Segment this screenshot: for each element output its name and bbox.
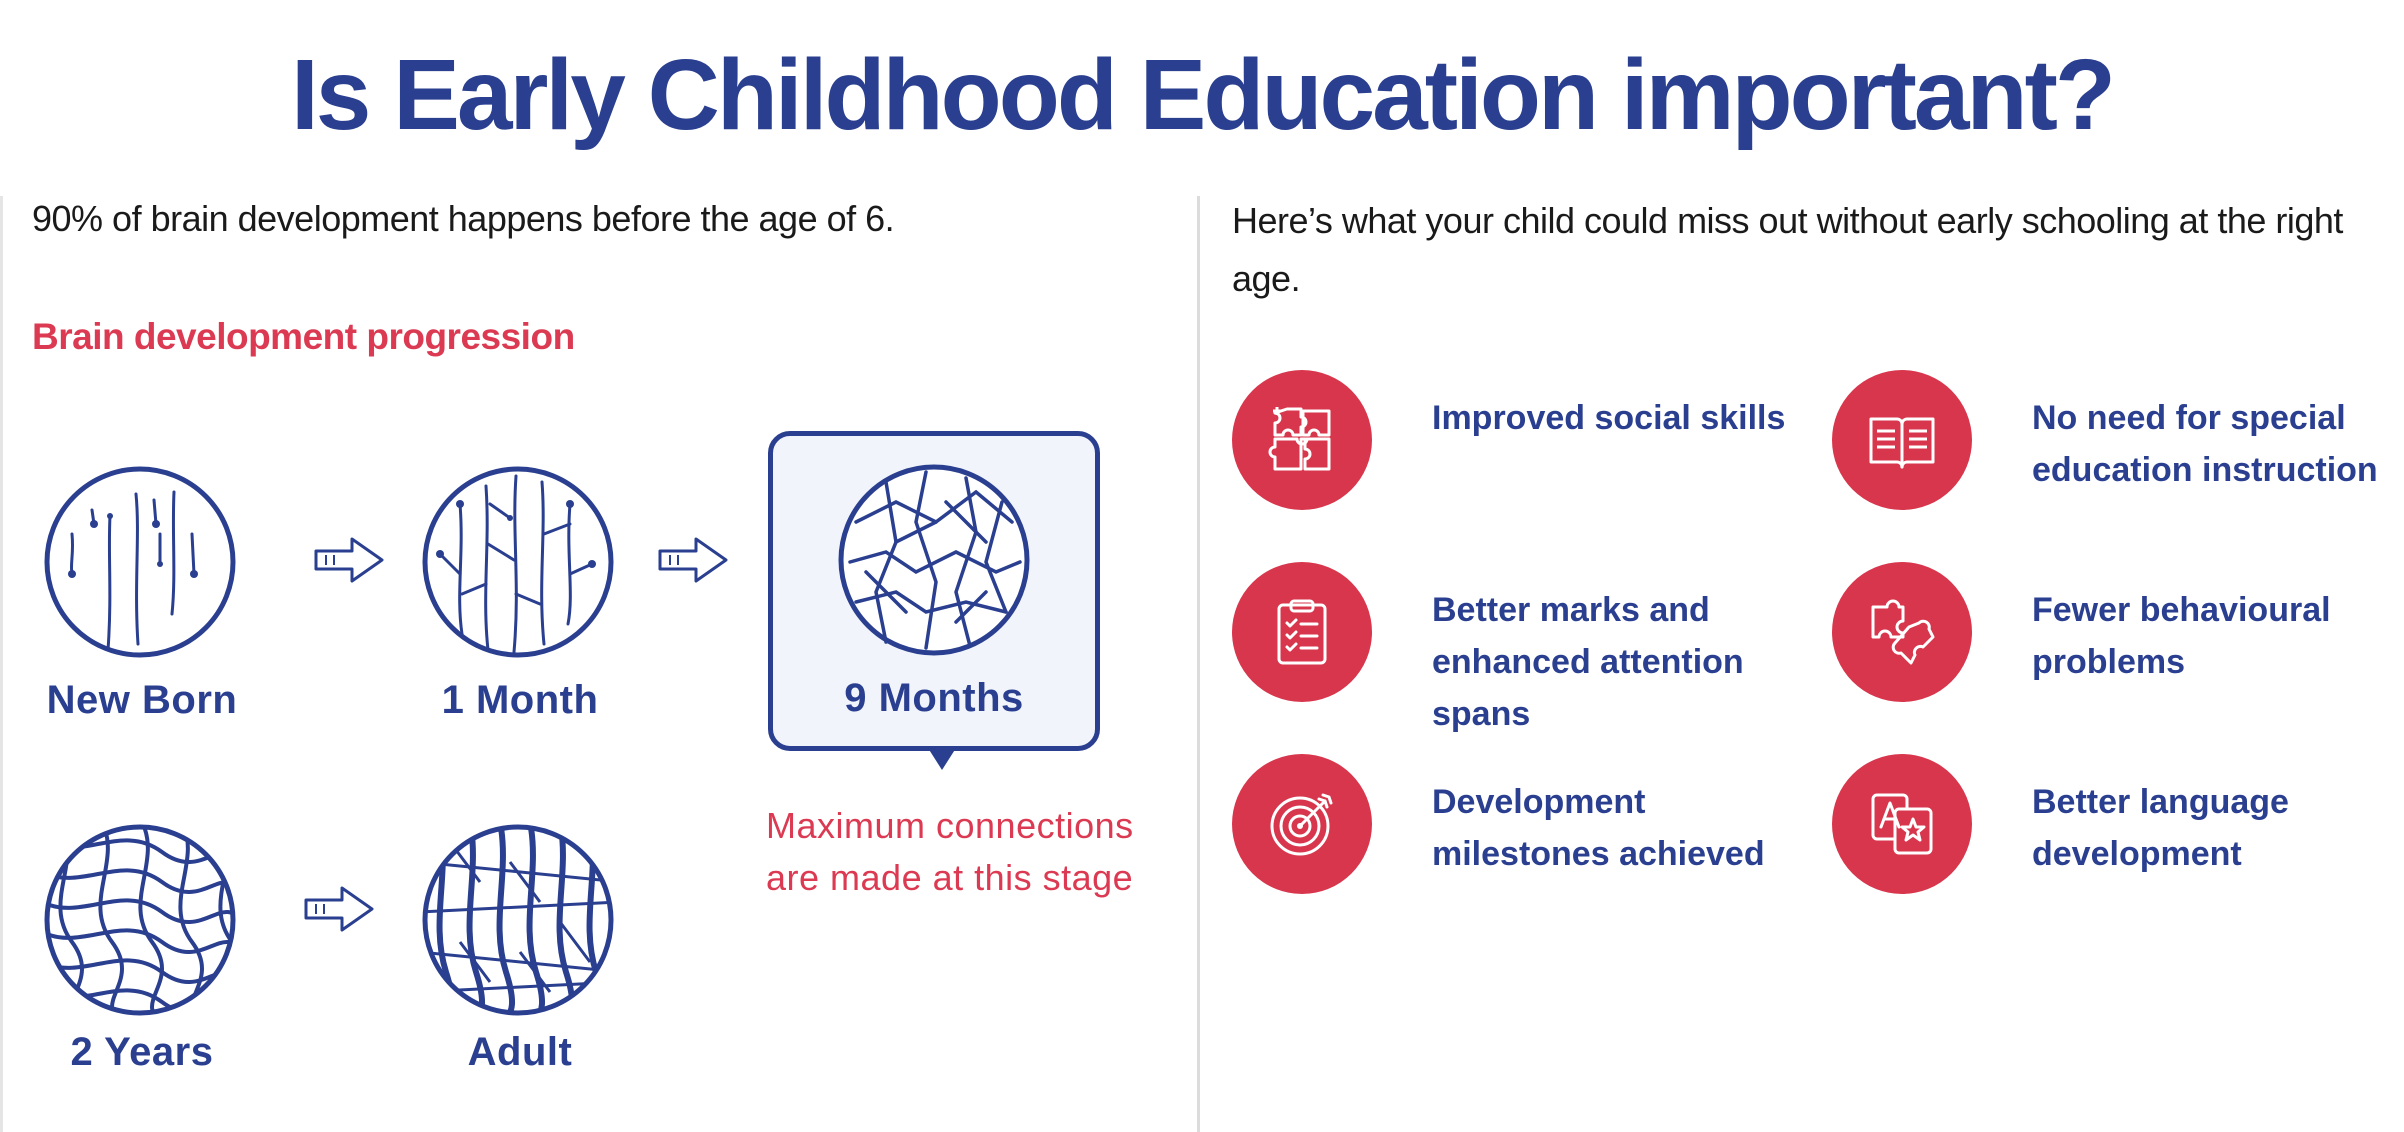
stage-label: 9 Months bbox=[844, 676, 1024, 720]
arrow-right-icon bbox=[658, 537, 728, 583]
puzzle-icon bbox=[1268, 407, 1331, 471]
stage-label: 2 Years bbox=[70, 1030, 214, 1074]
benefit-icon-circle bbox=[1832, 370, 1972, 510]
benefit-label: Improved social skills bbox=[1432, 399, 1786, 437]
left-border bbox=[0, 196, 3, 1132]
arrow-right-icon bbox=[304, 886, 374, 932]
stage-label: New Born bbox=[46, 678, 238, 722]
benefit-label: Development milestones achieved bbox=[1432, 783, 1765, 873]
highlight-pointer bbox=[928, 748, 956, 770]
target-icon bbox=[1270, 793, 1333, 856]
translate-icon bbox=[1871, 793, 1933, 855]
checklist-icon bbox=[1277, 599, 1327, 665]
max-connections-note: Maximum connections are made at this sta… bbox=[766, 805, 1134, 898]
benefit-icon-circle bbox=[1232, 562, 1372, 702]
one-month-brain-icon bbox=[422, 466, 614, 658]
section-title: Brain development progression bbox=[32, 316, 575, 357]
right-intro-text: Here’s what your child could miss out wi… bbox=[1232, 200, 2343, 299]
benefit-label: Fewer behavioural problems bbox=[2032, 591, 2331, 681]
benefit-label: No need for special education instructio… bbox=[2032, 399, 2378, 489]
benefit-icon-circle bbox=[1232, 370, 1372, 510]
page-title: Is Early Childhood Education important? bbox=[291, 39, 2116, 151]
open-book-icon bbox=[1869, 417, 1935, 469]
benefit-icon-circle bbox=[1232, 754, 1372, 894]
benefit-icon-circle bbox=[1832, 754, 1972, 894]
benefit-label: Better language development bbox=[2032, 783, 2289, 873]
arrow-right-icon bbox=[314, 537, 384, 583]
benefit-label: Better marks and enhanced attention span… bbox=[1432, 591, 1744, 733]
benefit-icon-circle bbox=[1832, 562, 1972, 702]
stage-label: 1 Month bbox=[441, 678, 599, 722]
column-divider bbox=[1197, 196, 1200, 1132]
new-born-brain-icon bbox=[44, 466, 236, 658]
stage-label: Adult bbox=[467, 1030, 573, 1074]
puzzle-piece-icon bbox=[1871, 599, 1935, 665]
nine-months-brain-icon bbox=[838, 464, 1030, 656]
infographic-page: Is Early Childhood Education important? … bbox=[0, 0, 2404, 1132]
adult-brain-icon bbox=[422, 824, 614, 1016]
two-years-brain-icon bbox=[44, 824, 236, 1016]
brain-fact-text: 90% of brain development happens before … bbox=[32, 198, 895, 239]
